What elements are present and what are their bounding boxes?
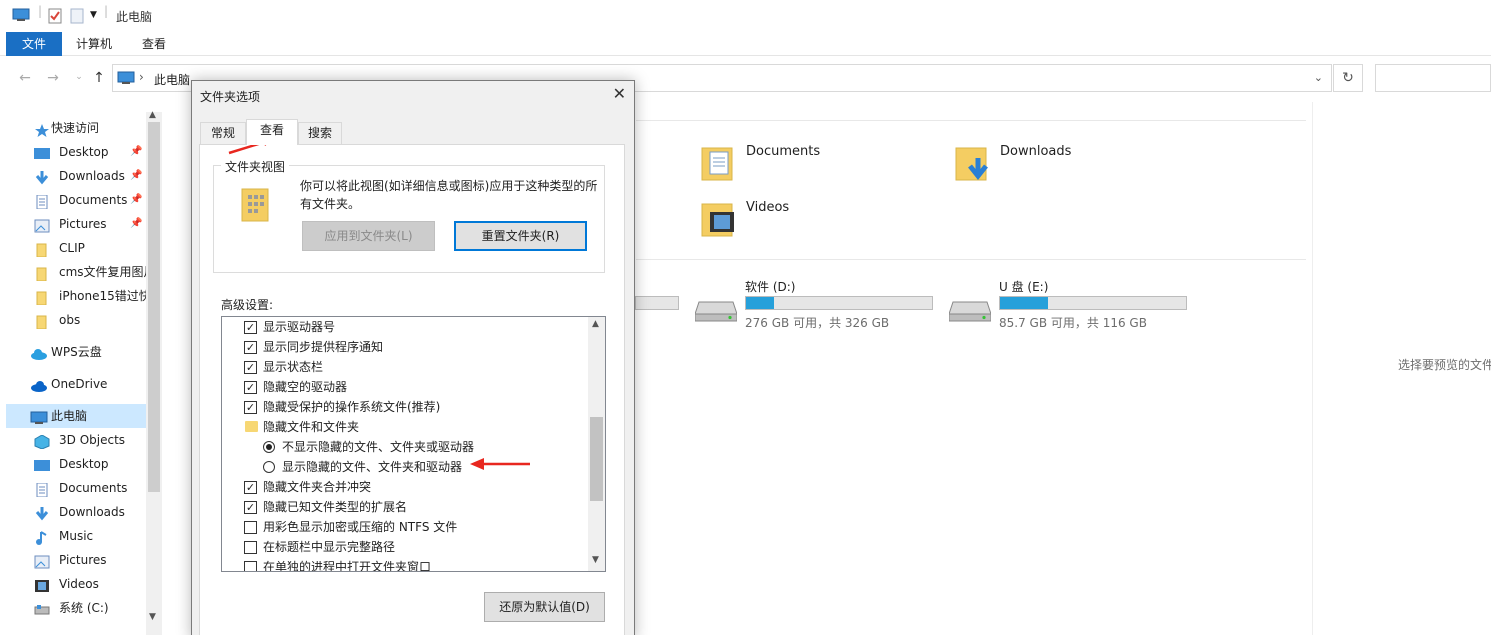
annotation-overlay [228, 136, 530, 470]
annotation-arrow-icon [470, 458, 530, 470]
tab-view[interactable]: 查看 [246, 119, 298, 145]
